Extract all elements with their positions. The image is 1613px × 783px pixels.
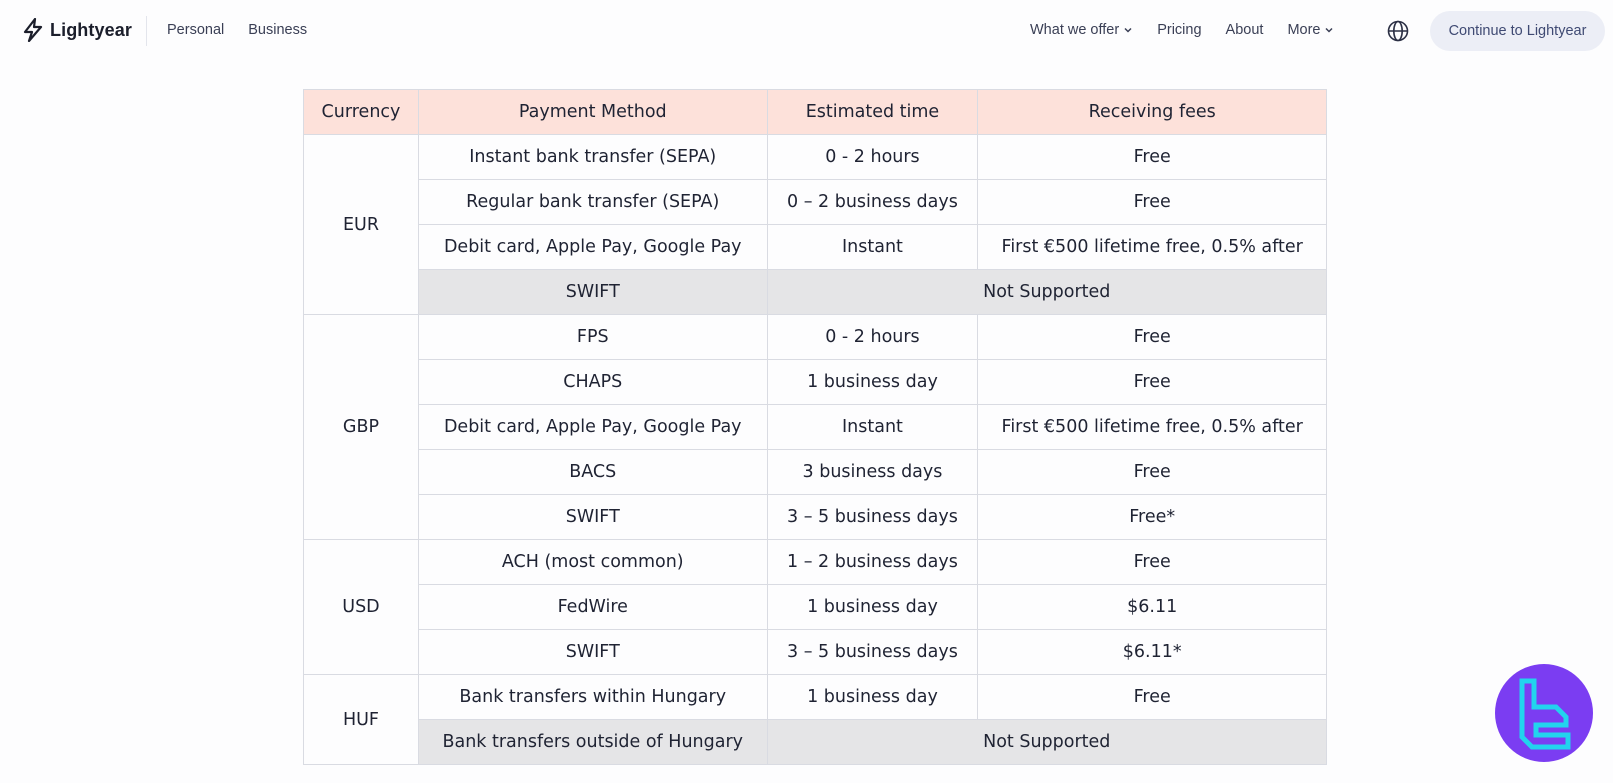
- nav-business[interactable]: Business: [248, 22, 307, 38]
- nav-more[interactable]: More: [1287, 22, 1334, 38]
- currency-cell-huf: HUF: [303, 674, 419, 765]
- time-cell: Instant: [766, 404, 979, 450]
- chevron-down-icon: [1124, 27, 1132, 33]
- currency-cell-gbp: GBP: [303, 314, 419, 540]
- header-receiving-fees: Receiving fees: [977, 89, 1327, 135]
- table-row: Debit card, Apple Pay, Google Pay Instan…: [304, 404, 1327, 450]
- nav-right: What we offer Pricing About More: [1030, 22, 1334, 38]
- logo-text: Lightyear: [50, 19, 132, 40]
- nav-divider: [146, 16, 147, 46]
- chevron-down-icon: [1325, 27, 1334, 33]
- method-cell: SWIFT: [417, 494, 768, 540]
- nav-pricing[interactable]: Pricing: [1157, 22, 1201, 38]
- lightning-bolt-icon: [23, 18, 43, 42]
- table-row: USD ACH (most common) 1 – 2 business day…: [303, 539, 1327, 675]
- not-supported-cell: Not Supported: [766, 269, 1328, 315]
- table-row: Regular bank transfer (SEPA) 0 – 2 busin…: [304, 179, 1327, 225]
- currency-cell-eur: EUR: [303, 134, 419, 315]
- fee-cell: Free: [977, 449, 1327, 495]
- time-cell: 0 – 2 business days: [766, 179, 979, 225]
- method-cell: FedWire: [417, 584, 768, 630]
- fee-cell: First €500 lifetime free, 0.5% after: [977, 224, 1327, 270]
- table-row: EUR Instant bank transfer (SEPA) 0 - 2 h…: [303, 134, 1327, 315]
- time-cell: 1 – 2 business days: [766, 539, 979, 585]
- table-row: FedWire 1 business day $6.11: [304, 584, 1327, 630]
- time-cell: 3 – 5 business days: [766, 629, 979, 675]
- method-cell: Regular bank transfer (SEPA): [417, 179, 768, 225]
- fee-cell: Free: [977, 359, 1327, 405]
- table-row: HUF Bank transfers within Hungary 1 busi…: [303, 674, 1327, 765]
- fee-cell: First €500 lifetime free, 0.5% after: [977, 404, 1327, 450]
- tradingfinder-logo-icon[interactable]: [1494, 663, 1594, 763]
- nav-about[interactable]: About: [1226, 22, 1264, 38]
- fee-cell: Free: [977, 179, 1327, 225]
- nav-personal[interactable]: Personal: [167, 22, 224, 38]
- table-header-row: Currency Payment Method Estimated time R…: [303, 89, 1327, 135]
- time-cell: Instant: [766, 224, 979, 270]
- fee-cell: Free*: [977, 494, 1327, 540]
- fee-cell: Free: [977, 674, 1327, 720]
- header-estimated-time: Estimated time: [766, 89, 979, 135]
- receiving-fees-table: Currency Payment Method Estimated time R…: [303, 89, 1328, 765]
- top-nav: Lightyear Personal Business What we offe…: [0, 0, 1613, 62]
- method-cell: Bank transfers within Hungary: [417, 674, 768, 720]
- fee-cell: Free: [977, 314, 1327, 360]
- table-row: GBP FPS 0 - 2 hours Free: [303, 314, 1327, 540]
- method-cell: Debit card, Apple Pay, Google Pay: [417, 404, 768, 450]
- table-row: BACS 3 business days Free: [304, 449, 1327, 495]
- nav-what-we-offer-label: What we offer: [1030, 22, 1120, 38]
- method-cell: Debit card, Apple Pay, Google Pay: [417, 224, 768, 270]
- method-cell: SWIFT: [417, 629, 768, 675]
- nav-what-we-offer[interactable]: What we offer: [1030, 22, 1133, 38]
- time-cell: 0 - 2 hours: [766, 314, 979, 360]
- header-payment-method: Payment Method: [417, 89, 768, 135]
- method-cell: BACS: [417, 449, 768, 495]
- time-cell: 0 - 2 hours: [766, 134, 979, 180]
- table-row: SWIFT Not Supported: [304, 269, 1328, 315]
- table-row: SWIFT 3 – 5 business days $6.11*: [304, 629, 1327, 675]
- table-row: SWIFT 3 – 5 business days Free*: [304, 494, 1327, 540]
- nav-left: Personal Business: [167, 22, 307, 38]
- fee-cell: $6.11: [977, 584, 1327, 630]
- fee-cell: $6.11*: [977, 629, 1327, 675]
- logo[interactable]: Lightyear: [22, 18, 132, 42]
- table-row: Debit card, Apple Pay, Google Pay Instan…: [304, 224, 1327, 270]
- method-cell: FPS: [417, 314, 768, 360]
- fee-cell: Free: [977, 134, 1327, 180]
- fee-cell: Free: [977, 539, 1327, 585]
- not-supported-cell: Not Supported: [766, 719, 1328, 765]
- method-cell: Bank transfers outside of Hungary: [417, 719, 768, 765]
- continue-to-lightyear-button[interactable]: Continue to Lightyear: [1430, 11, 1605, 51]
- header-currency: Currency: [303, 89, 419, 135]
- method-cell: CHAPS: [417, 359, 768, 405]
- nav-more-label: More: [1287, 22, 1321, 38]
- method-cell: ACH (most common): [417, 539, 768, 585]
- time-cell: 3 business days: [766, 449, 979, 495]
- table-row: Bank transfers outside of Hungary Not Su…: [304, 719, 1328, 765]
- globe-icon[interactable]: [1386, 19, 1410, 43]
- time-cell: 1 business day: [766, 584, 979, 630]
- method-cell: SWIFT: [417, 269, 768, 315]
- time-cell: 1 business day: [766, 359, 979, 405]
- time-cell: 3 – 5 business days: [766, 494, 979, 540]
- method-cell: Instant bank transfer (SEPA): [417, 134, 768, 180]
- time-cell: 1 business day: [766, 674, 979, 720]
- currency-cell-usd: USD: [303, 539, 419, 675]
- table-row: CHAPS 1 business day Free: [304, 359, 1327, 405]
